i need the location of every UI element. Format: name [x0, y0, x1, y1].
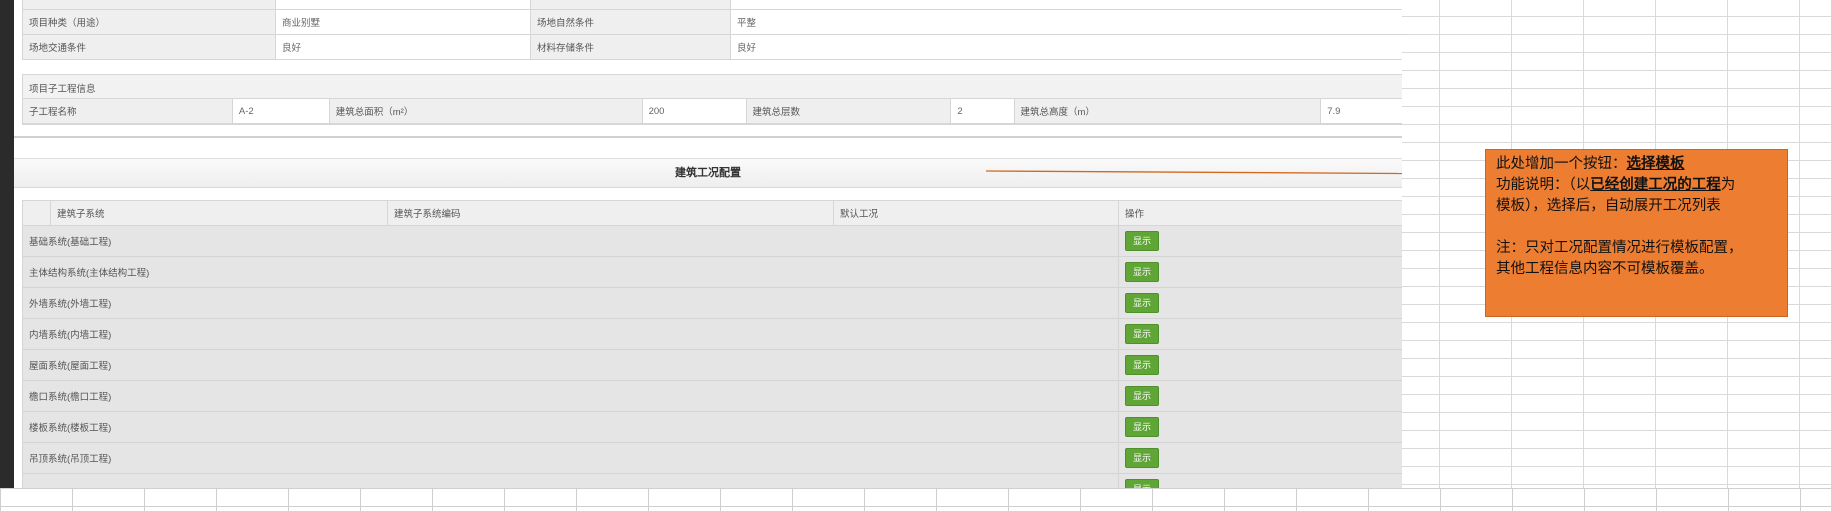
note-emphasis: 选择模板 [1626, 156, 1685, 172]
sheet-bottom-rows [0, 488, 1831, 511]
cut-value [730, 0, 1402, 10]
show-button[interactable]: 显示 [1125, 262, 1159, 282]
height-field[interactable]: 7.9 [1320, 98, 1402, 124]
table-row: 内墙系统(内墙工程) 显示 [22, 318, 1402, 350]
column-header: 操作 [1118, 200, 1402, 226]
table-row: 主体结构系统(主体结构工程) 显示 [22, 256, 1402, 288]
subsystem-name [22, 473, 1119, 488]
table-row: 子工程名称 A-2 建筑总面积（m²） 200 建筑总层数 2 建筑总高度（m）… [22, 98, 1402, 124]
field-value: 良好 [275, 34, 531, 60]
annotation-note: 此处增加一个按钮：选择模板 功能说明：（以已经创建工况的工程为 模板），选择后，… [1485, 149, 1788, 317]
show-button[interactable]: 显示 [1125, 355, 1159, 375]
table-row: 屋面系统(屋面工程) 显示 [22, 349, 1402, 381]
operation-cell: 显示 [1118, 225, 1402, 257]
field-label: 场地交通条件 [22, 34, 276, 60]
column-header: 建筑子系统编码 [387, 200, 834, 226]
sub-name-field[interactable]: A-2 [231, 98, 330, 124]
note-line: 此处增加一个按钮：选择模板 [1496, 154, 1779, 175]
cut-label [22, 0, 276, 10]
operation-cell: 显示 [1118, 318, 1402, 350]
subsystem-name: 吊顶系统(吊顶工程) [22, 442, 1119, 474]
window-left-border [0, 0, 14, 488]
field-label: 场地自然条件 [530, 9, 731, 35]
table-row: 檐口系统(檐口工程) 显示 [22, 380, 1402, 412]
embedded-page-screenshot: 项目种类（用途） 商业别墅 场地自然条件 平整 场地交通条件 良好 材料存储条件… [14, 0, 1402, 488]
subsystem-name: 檐口系统(檐口工程) [22, 380, 1119, 412]
show-button[interactable]: 显示 [1125, 479, 1159, 488]
table-row: 吊顶系统(吊顶工程) 显示 [22, 442, 1402, 474]
note-line: 注：只对工况配置情况进行模板配置， [1496, 240, 1743, 256]
table-row: 项目种类（用途） 商业别墅 场地自然条件 平整 [22, 9, 1402, 35]
operation-cell: 显示 [1118, 256, 1402, 288]
note-emphasis: 已经创建工况的工程 [1590, 177, 1721, 193]
table-header-row: 建筑子系统 建筑子系统编码 默认工况 操作 [22, 200, 1402, 226]
area-label: 建筑总面积（m²） [328, 98, 643, 124]
table-row: 楼板系统(楼板工程) 显示 [22, 411, 1402, 443]
field-value: 平整 [730, 9, 1402, 35]
subsystem-name: 楼板系统(楼板工程) [22, 411, 1119, 443]
operation-cell: 显示 [1118, 287, 1402, 319]
show-button[interactable]: 显示 [1125, 448, 1159, 468]
config-table: 建筑子系统 建筑子系统编码 默认工况 操作 基础系统(基础工程) 显示 主体结构系统… [22, 200, 1402, 488]
note-line: 模板），选择后，自动展开工况列表 [1496, 198, 1721, 214]
operation-cell: 显示 [1118, 411, 1402, 443]
checkbox-column-header [22, 200, 51, 226]
table-row: 场地交通条件 良好 材料存储条件 良好 [22, 34, 1402, 60]
table-row: 基础系统(基础工程) 显示 [22, 225, 1402, 257]
subsystem-name: 屋面系统(屋面工程) [22, 349, 1119, 381]
operation-cell: 显示 [1118, 380, 1402, 412]
show-button[interactable]: 显示 [1125, 417, 1159, 437]
sub-project-header: 项目子工程信息 [29, 84, 96, 95]
field-value: 商业别墅 [275, 9, 531, 35]
project-info-table: 项目种类（用途） 商业别墅 场地自然条件 平整 场地交通条件 良好 材料存储条件… [22, 0, 1402, 60]
show-button[interactable]: 显示 [1125, 231, 1159, 251]
field-label: 材料存储条件 [530, 34, 731, 60]
subsystem-name: 内墙系统(内墙工程) [22, 318, 1119, 350]
operation-cell: 显示 [1118, 473, 1402, 488]
subsystem-name: 主体结构系统(主体结构工程) [22, 256, 1119, 288]
note-text: 此处增加一个按钮： [1496, 156, 1627, 172]
field-label: 项目种类（用途） [22, 9, 276, 35]
table-row [22, 0, 1402, 10]
note-text: 功能说明：（以 [1496, 177, 1591, 193]
pointer-arrow [986, 170, 1402, 175]
operation-cell: 显示 [1118, 442, 1402, 474]
operation-cell: 显示 [1118, 349, 1402, 381]
show-button[interactable]: 显示 [1125, 386, 1159, 406]
floors-label: 建筑总层数 [745, 98, 952, 124]
section-divider [14, 136, 1402, 138]
subsystem-name: 外墙系统(外墙工程) [22, 287, 1119, 319]
area-field[interactable]: 200 [641, 98, 747, 124]
column-header: 建筑子系统 [50, 200, 388, 226]
floors-field[interactable]: 2 [950, 98, 1015, 124]
sub-name-label: 子工程名称 [22, 98, 233, 124]
table-row: 外墙系统(外墙工程) 显示 [22, 287, 1402, 319]
cut-label [530, 0, 731, 10]
show-button[interactable]: 显示 [1125, 324, 1159, 344]
note-gap [1496, 217, 1779, 238]
note-text: 为 [1720, 177, 1736, 193]
show-button[interactable]: 显示 [1125, 293, 1159, 313]
table-row: 显示 [22, 473, 1402, 488]
subsystem-name: 基础系统(基础工程) [22, 225, 1119, 257]
note-line: 其他工程信息内容不可模板覆盖。 [1496, 261, 1714, 277]
note-line: 功能说明：（以已经创建工况的工程为 [1496, 175, 1779, 196]
cut-value [275, 0, 531, 10]
column-header: 默认工况 [833, 200, 1119, 226]
sub-project-table: 子工程名称 A-2 建筑总面积（m²） 200 建筑总层数 2 建筑总高度（m）… [22, 98, 1402, 124]
field-value: 良好 [730, 34, 1402, 60]
height-label: 建筑总高度（m） [1013, 98, 1322, 124]
